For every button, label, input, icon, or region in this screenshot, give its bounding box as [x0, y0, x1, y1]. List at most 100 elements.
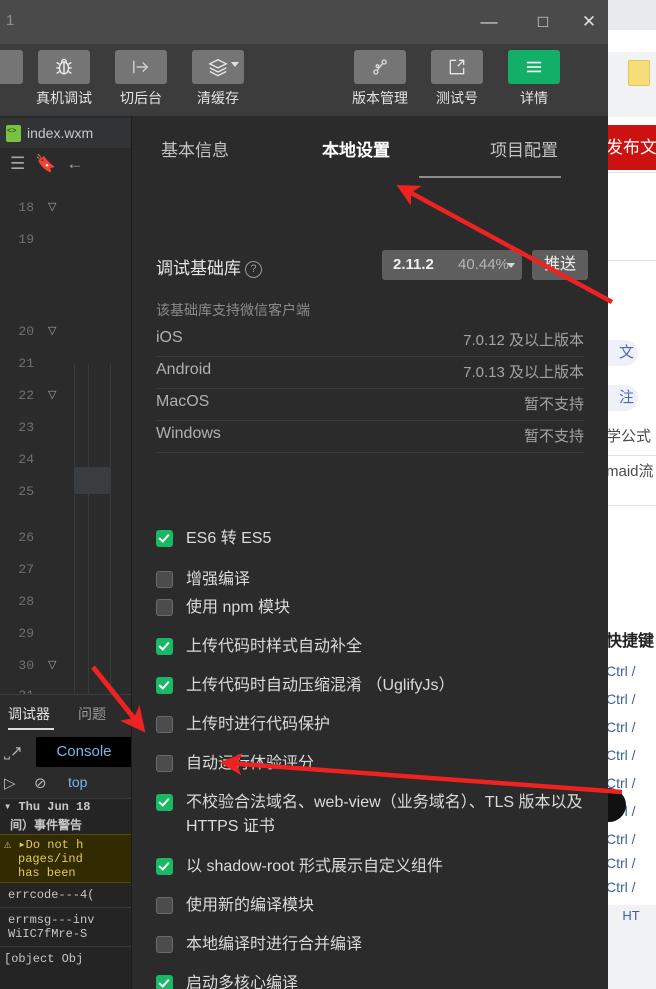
- tab-basic-info[interactable]: 基本信息: [161, 136, 229, 161]
- maximize-icon[interactable]: □: [520, 0, 566, 44]
- panel-tabbar: 基本信息 本地设置 项目配置: [132, 116, 608, 184]
- platform-version: 暂不支持: [523, 396, 584, 413]
- shortcut-item: Ctrl /: [606, 831, 636, 847]
- shortcut-item: Ctrl /: [606, 719, 636, 735]
- tab-project-config[interactable]: 项目配置: [490, 136, 558, 161]
- window-title: 1: [6, 12, 15, 29]
- divider: [606, 455, 656, 456]
- option-label: 以 shadow-root 形式展示自定义组件: [186, 858, 443, 875]
- option-label: 使用 npm 模块: [186, 599, 291, 616]
- toolbar-item-real-device-debug[interactable]: 真机调试: [33, 50, 95, 108]
- option-label: 增强编译: [186, 571, 251, 588]
- platform-name: MacOS: [156, 393, 210, 410]
- debug-library-label: 调试基础库?: [156, 254, 262, 279]
- tab-local-settings[interactable]: 本地设置: [322, 136, 390, 161]
- toolbar-item-label: 清缓存: [197, 90, 239, 106]
- option-label: 不校验合法域名、web-view（业务域名）、TLS 版本以及 HTTPS 证书: [186, 794, 583, 835]
- shortcut-section-title: 快捷键: [606, 633, 655, 650]
- checkbox-unchecked-icon[interactable]: [156, 716, 173, 733]
- toolbar-item-details[interactable]: 详情: [503, 50, 565, 108]
- checkbox-unchecked-icon[interactable]: [156, 599, 173, 616]
- checkbox-checked-icon[interactable]: [156, 858, 173, 875]
- minimize-icon[interactable]: —: [466, 0, 512, 44]
- divider: [606, 172, 656, 173]
- shortcut-item: Ctrl /: [606, 691, 636, 707]
- toolbar-item-label: 详情: [520, 90, 548, 106]
- checkbox-checked-icon[interactable]: [156, 530, 173, 547]
- window-toolbar: 真机调试 切后台 清缓存 版本管理 测试号 详情: [0, 44, 608, 116]
- checkbox-unchecked-icon[interactable]: [156, 571, 173, 588]
- debug-library-version-select[interactable]: 2.11.2 40.44%: [382, 250, 522, 280]
- checkbox-checked-icon[interactable]: [156, 638, 173, 655]
- checkbox-unchecked-icon[interactable]: [156, 755, 173, 772]
- chevron-down-icon[interactable]: [231, 62, 239, 67]
- toolbar-item-partial[interactable]: [0, 50, 28, 84]
- details-panel: 基本信息 本地设置 项目配置 调试基础库? 2.11.2 40.44% 推送 该…: [132, 116, 608, 989]
- shortcut-item: Ctrl /: [606, 879, 636, 895]
- panel-body: 调试基础库? 2.11.2 40.44% 推送 该基础库支持微信客户端 iOS …: [132, 184, 608, 989]
- checkbox-unchecked-icon[interactable]: [156, 897, 173, 914]
- platform-row-macos: MacOS 暂不支持: [156, 388, 584, 421]
- checkbox-unchecked-icon[interactable]: [156, 936, 173, 953]
- version-value: 2.11.2: [393, 256, 434, 273]
- tag-pill[interactable]: 文: [606, 340, 638, 366]
- question-mark-icon[interactable]: ?: [245, 261, 262, 278]
- toolbar-item-label: 版本管理: [352, 90, 408, 106]
- platform-row-windows: Windows 暂不支持: [156, 420, 584, 453]
- push-button[interactable]: 推送: [532, 250, 588, 280]
- version-percent: 40.44%: [458, 256, 509, 273]
- toolbar-item-label: 真机调试: [36, 90, 92, 106]
- browser-footer: [606, 927, 656, 989]
- toolbar-item-version-control[interactable]: 版本管理: [349, 50, 411, 108]
- shortcut-item: Ctrl /: [606, 663, 636, 679]
- option-label: 本地编译时进行合并编译: [186, 936, 363, 953]
- option-label: ES6 转 ES5: [186, 530, 272, 547]
- debug-library-row: 调试基础库? 2.11.2 40.44% 推送: [156, 250, 588, 282]
- checkbox-checked-icon[interactable]: [156, 677, 173, 694]
- platform-name: Windows: [156, 425, 221, 442]
- option-label: 上传时进行代码保护: [186, 716, 331, 733]
- close-icon[interactable]: ✕: [566, 0, 612, 44]
- bug-icon: [38, 50, 90, 84]
- external-link-icon: [431, 50, 483, 84]
- footer-label: HT: [606, 905, 656, 927]
- platform-name: Android: [156, 361, 212, 378]
- background-icon: [115, 50, 167, 84]
- details-window: 1 — □ ✕ 真机调试 切后台 清缓存 版本管理 测试号 详情 基本信息 本地…: [0, 0, 608, 989]
- checkbox-checked-icon[interactable]: [156, 794, 173, 811]
- divider: [606, 505, 656, 506]
- option-label: 启动多核心编译: [186, 975, 299, 989]
- option-label: 上传代码时样式自动补全: [186, 638, 363, 655]
- toolbar-item-label: 切后台: [120, 90, 162, 106]
- platform-version: 暂不支持: [523, 428, 584, 445]
- platform-version: 7.0.13 及以上版本: [463, 364, 584, 381]
- toolbar-item-background[interactable]: 切后台: [110, 50, 172, 108]
- publish-banner: 发布文: [606, 125, 656, 170]
- browser-strip: [606, 30, 656, 52]
- active-tab-underline: [419, 176, 561, 178]
- list-item: 学公式: [606, 428, 652, 445]
- checkbox-checked-icon[interactable]: [156, 975, 173, 989]
- partial-icon: [0, 50, 23, 84]
- layers-icon: [192, 50, 244, 84]
- chevron-down-icon[interactable]: [507, 263, 515, 268]
- option-label: 上传代码时自动压缩混淆 （UglifyJs）: [186, 677, 455, 694]
- browser-header-strip: [606, 0, 656, 30]
- list-item: maid流: [606, 463, 654, 480]
- branch-icon: [354, 50, 406, 84]
- toolbar-item-test-account[interactable]: 测试号: [426, 50, 488, 108]
- divider: [606, 260, 656, 261]
- option-label: 自动运行体验评分: [186, 755, 315, 772]
- option-label: 使用新的编译模块: [186, 897, 315, 914]
- background-browser-page: 发布文 文 注 学公式 maid流 快捷键 Ctrl / Ctrl / Ctrl…: [606, 0, 656, 989]
- window-titlebar[interactable]: 1 — □ ✕: [0, 0, 608, 44]
- platform-row-ios: iOS 7.0.12 及以上版本: [156, 324, 584, 357]
- menu-icon: [508, 50, 560, 84]
- toolbar-item-clear-cache[interactable]: 清缓存: [187, 50, 249, 108]
- toolbar-item-label: 测试号: [436, 90, 478, 106]
- platform-row-android: Android 7.0.13 及以上版本: [156, 356, 584, 389]
- platform-version: 7.0.12 及以上版本: [463, 332, 584, 349]
- shortcut-item: Ctrl /: [606, 747, 636, 763]
- note-icon: [628, 60, 650, 86]
- tag-pill[interactable]: 注: [606, 385, 638, 411]
